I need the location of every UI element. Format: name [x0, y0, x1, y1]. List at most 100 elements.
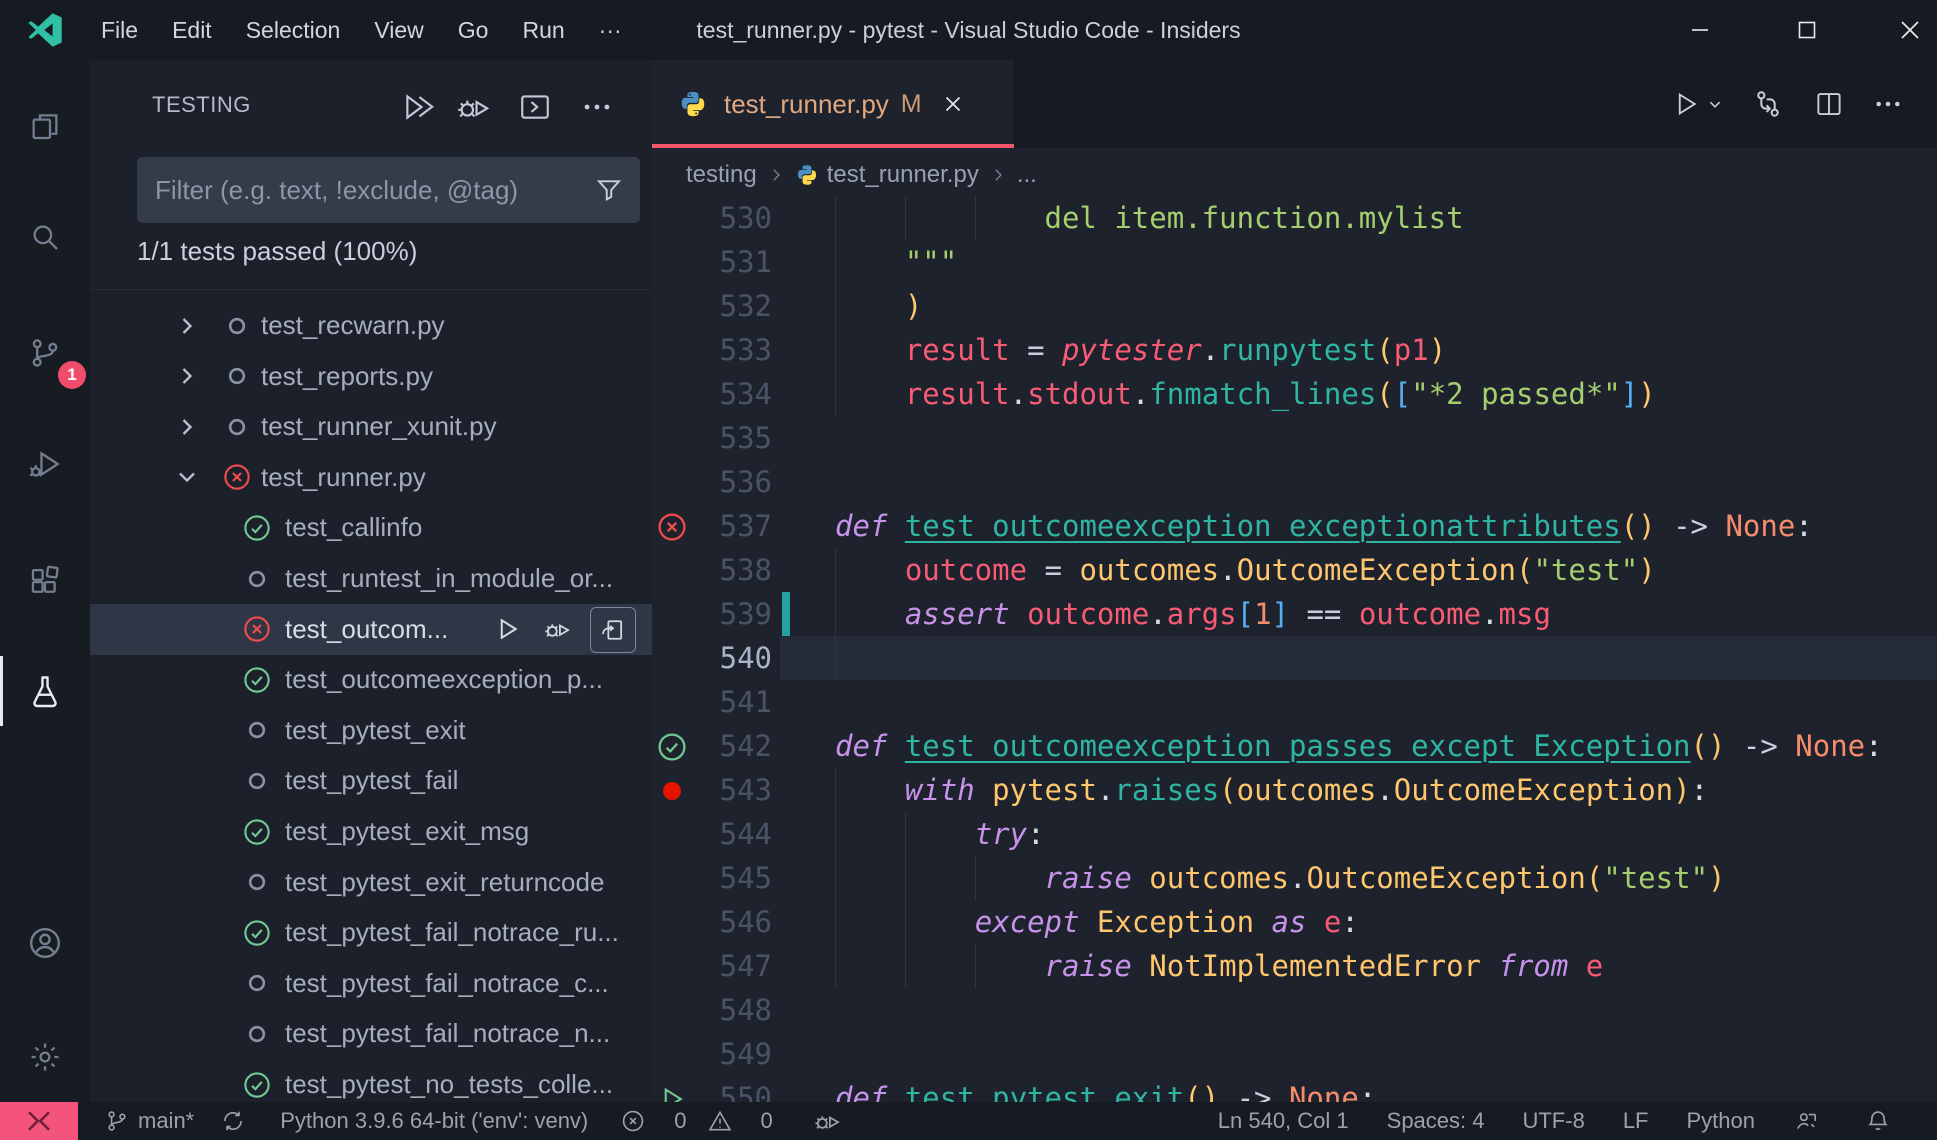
test-failed-gutter-icon[interactable]	[656, 511, 688, 543]
menu-edit[interactable]: Edit	[155, 0, 229, 60]
code-line-543[interactable]: 543 with pytest.raises(outcomes.OutcomeE…	[652, 768, 1937, 812]
test-tree-item-test_outcomeexception_p[interactable]: test_outcomeexception_p...	[90, 654, 652, 705]
line-number[interactable]: 549	[692, 1032, 772, 1076]
activity-bar-item-explorer[interactable]	[0, 91, 90, 161]
problems-status[interactable]: 00	[614, 1108, 787, 1134]
tab-test-runner[interactable]: test_runner.py M	[652, 60, 1014, 148]
test-tree-item-test_callinfo[interactable]: test_callinfo	[90, 502, 652, 553]
code-line-548[interactable]: 548	[652, 988, 1937, 1032]
line-number[interactable]: 543	[692, 768, 772, 812]
code-line-533[interactable]: 533 result = pytester.runpytest(p1)	[652, 328, 1937, 372]
test-tree-item-test_recwarnpy[interactable]: test_recwarn.py	[90, 300, 652, 351]
tab-close-icon[interactable]	[940, 91, 966, 117]
code-editor[interactable]: 530 del item.function.mylist 531 """ 532 )…	[652, 196, 1937, 1102]
chevron-right-icon[interactable]	[172, 413, 202, 441]
menu-go[interactable]: Go	[441, 0, 506, 60]
run-test-button[interactable]	[485, 607, 529, 651]
code-line-536[interactable]: 536	[652, 460, 1937, 504]
line-number[interactable]: 534	[692, 372, 772, 416]
menu-view[interactable]: View	[357, 0, 440, 60]
activity-bar-item-source-control[interactable]: 1	[0, 318, 90, 389]
line-number[interactable]: 538	[692, 548, 772, 592]
split-editor-button[interactable]	[1807, 82, 1851, 126]
run-test-gutter-icon[interactable]	[656, 1083, 688, 1102]
minimize-button[interactable]	[1678, 0, 1722, 60]
line-number[interactable]: 533	[692, 328, 772, 372]
test-filter-input[interactable]: Filter (e.g. text, !exclude, @tag)	[137, 157, 640, 223]
run-all-tests-button[interactable]	[396, 85, 440, 129]
line-number[interactable]: 537	[692, 504, 772, 548]
code-line-540[interactable]: 540	[652, 636, 1937, 680]
line-number[interactable]: 548	[692, 988, 772, 1032]
open-changes-button[interactable]	[1746, 82, 1790, 126]
line-number[interactable]: 544	[692, 812, 772, 856]
menu-[interactable]: ···	[582, 0, 639, 60]
test-tree-item-test_runner_xunitpy[interactable]: test_runner_xunit.py	[90, 401, 652, 452]
status-cursor-position[interactable]: Ln 540, Col 1	[1218, 1108, 1349, 1134]
code-line-534[interactable]: 534 result.stdout.fnmatch_lines(["*2 pas…	[652, 372, 1937, 416]
test-tree-item-test_pytest_exit[interactable]: test_pytest_exit	[90, 705, 652, 756]
status-feedback[interactable]	[1793, 1108, 1827, 1134]
line-number[interactable]: 542	[692, 724, 772, 768]
chevron-right-icon[interactable]	[172, 312, 202, 340]
line-number[interactable]: 539	[692, 592, 772, 636]
code-line-532[interactable]: 532 )	[652, 284, 1937, 328]
maximize-button[interactable]	[1785, 0, 1829, 60]
line-number[interactable]: 545	[692, 856, 772, 900]
code-line-537[interactable]: 537 def test_outcomeexception_exceptionat…	[652, 504, 1937, 548]
breadcrumb-folder[interactable]: testing	[686, 161, 757, 189]
breadcrumb-file[interactable]: test_runner.py	[827, 161, 979, 189]
test-tree-item-test_pytest_exit_returncode[interactable]: test_pytest_exit_returncode	[90, 857, 652, 908]
code-line-547[interactable]: 547 raise NotImplementedError from e	[652, 944, 1937, 988]
activity-bar-item-run-debug[interactable]	[0, 429, 90, 499]
code-line-530[interactable]: 530 del item.function.mylist	[652, 196, 1937, 240]
status-debug[interactable]	[813, 1107, 849, 1135]
line-number[interactable]: 531	[692, 240, 772, 284]
code-line-531[interactable]: 531 """	[652, 240, 1937, 284]
line-number[interactable]: 536	[692, 460, 772, 504]
activity-bar-item-testing[interactable]	[0, 656, 90, 726]
activity-bar-item-account[interactable]	[0, 908, 90, 978]
open-test-view-button[interactable]	[513, 85, 557, 129]
line-number[interactable]: 532	[692, 284, 772, 328]
code-line-545[interactable]: 545 raise outcomes.OutcomeException("tes…	[652, 856, 1937, 900]
status-branch[interactable]: main*	[104, 1108, 194, 1134]
goto-test-button[interactable]	[590, 606, 636, 653]
activity-bar-item-settings[interactable]	[0, 1022, 90, 1092]
test-tree-item-test_pytest_fail_notrace_ru[interactable]: test_pytest_fail_notrace_ru...	[90, 907, 652, 958]
debug-all-tests-button[interactable]	[451, 85, 495, 129]
breakpoint-icon[interactable]	[656, 775, 688, 807]
status-indentation[interactable]: Spaces: 4	[1387, 1108, 1485, 1134]
filter-icon[interactable]	[594, 175, 624, 205]
status-encoding[interactable]: UTF-8	[1522, 1108, 1584, 1134]
code-line-546[interactable]: 546 except Exception as e:	[652, 900, 1937, 944]
code-line-535[interactable]: 535	[652, 416, 1937, 460]
status-eol[interactable]: LF	[1623, 1108, 1649, 1134]
activity-bar-item-extensions[interactable]	[0, 545, 90, 615]
editor-more-actions-button[interactable]	[1866, 82, 1910, 126]
menu-run[interactable]: Run	[505, 0, 581, 60]
remote-indicator[interactable]	[0, 1102, 78, 1140]
code-line-544[interactable]: 544 try:	[652, 812, 1937, 856]
code-line-550[interactable]: 550 def test_pytest_exit() -> None:	[652, 1076, 1937, 1102]
test-tree-item-test_outcom[interactable]: test_outcom...	[90, 603, 652, 655]
test-tree-item-test_runtest_in_module_or[interactable]: test_runtest_in_module_or...	[90, 553, 652, 604]
status-sync[interactable]	[220, 1108, 254, 1134]
debug-test-button[interactable]	[535, 607, 579, 651]
run-dropdown-chevron-icon[interactable]	[1700, 82, 1730, 126]
status-language[interactable]: Python	[1687, 1108, 1756, 1134]
line-number[interactable]: 547	[692, 944, 772, 988]
menu-selection[interactable]: Selection	[229, 0, 358, 60]
chevron-down-icon[interactable]	[172, 463, 202, 491]
status-notifications[interactable]	[1865, 1108, 1899, 1134]
sidebar-more-actions-button[interactable]	[575, 85, 619, 129]
chevron-right-icon[interactable]	[172, 362, 202, 390]
line-number[interactable]: 546	[692, 900, 772, 944]
menu-file[interactable]: File	[84, 0, 155, 60]
test-tree-item-test_pytest_no_tests_colle[interactable]: test_pytest_no_tests_colle...	[90, 1059, 652, 1103]
code-line-538[interactable]: 538 outcome = outcomes.OutcomeException(…	[652, 548, 1937, 592]
test-tree-item-test_pytest_fail_notrace_c[interactable]: test_pytest_fail_notrace_c...	[90, 958, 652, 1009]
line-number[interactable]: 550	[692, 1076, 772, 1102]
line-number[interactable]: 541	[692, 680, 772, 724]
close-window-button[interactable]	[1888, 0, 1932, 60]
